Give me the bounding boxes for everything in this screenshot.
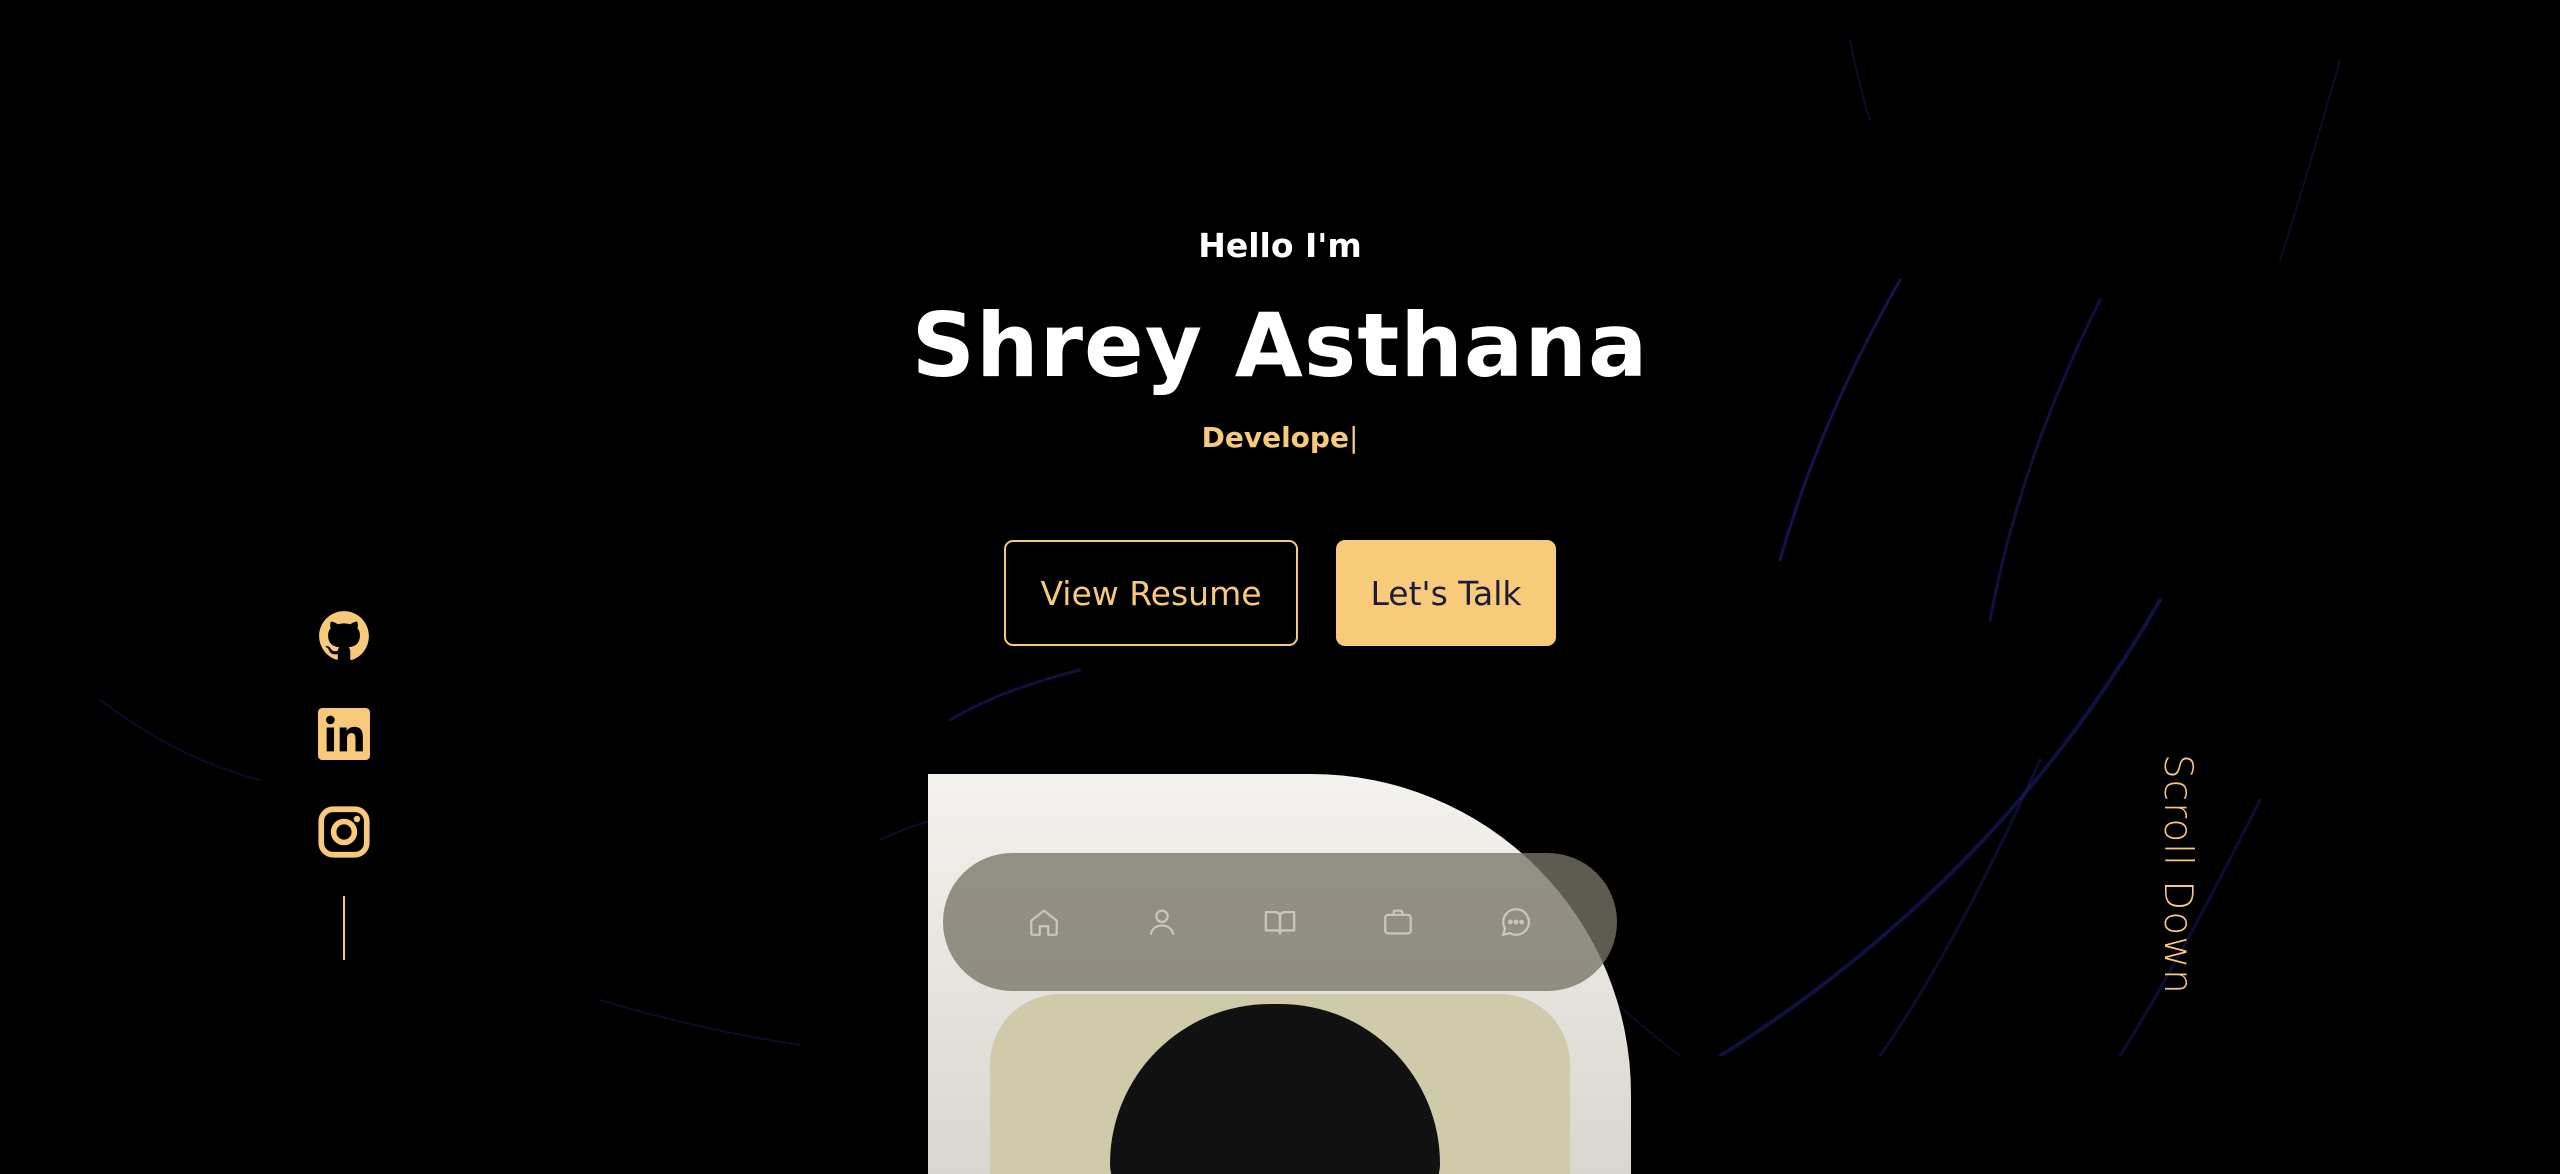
greeting-text: Hello I'm — [1198, 226, 1362, 265]
book-icon — [1264, 910, 1296, 935]
nav-experience[interactable] — [1221, 892, 1339, 952]
github-icon — [319, 611, 369, 661]
briefcase-icon — [1384, 909, 1412, 935]
linkedin-link[interactable] — [318, 708, 370, 760]
instagram-link[interactable] — [318, 806, 370, 858]
typed-role-text: Develope| — [0, 421, 2560, 454]
nav-portfolio[interactable] — [1339, 892, 1457, 952]
home-icon — [1030, 909, 1058, 936]
github-link[interactable] — [318, 610, 370, 662]
profile-photo-hair — [1110, 1004, 1440, 1174]
floating-nav-bar — [943, 853, 1617, 991]
role-text: Develope — [1201, 421, 1349, 454]
view-resume-button[interactable]: View Resume — [1004, 540, 1298, 646]
name-heading: Shrey Asthana — [911, 294, 1649, 397]
instagram-icon — [318, 806, 370, 858]
scroll-down-link[interactable]: Scroll Down — [2155, 754, 2200, 995]
chat-icon — [1501, 908, 1531, 937]
linkedin-icon — [318, 708, 370, 760]
social-divider-line — [343, 896, 345, 960]
user-icon — [1149, 909, 1175, 936]
typing-cursor: | — [1348, 421, 1359, 454]
nav-contact[interactable] — [1457, 892, 1575, 952]
nav-about[interactable] — [1103, 892, 1221, 952]
profile-photo — [990, 994, 1570, 1174]
nav-home[interactable] — [985, 892, 1103, 952]
lets-talk-button[interactable]: Let's Talk — [1336, 540, 1556, 646]
